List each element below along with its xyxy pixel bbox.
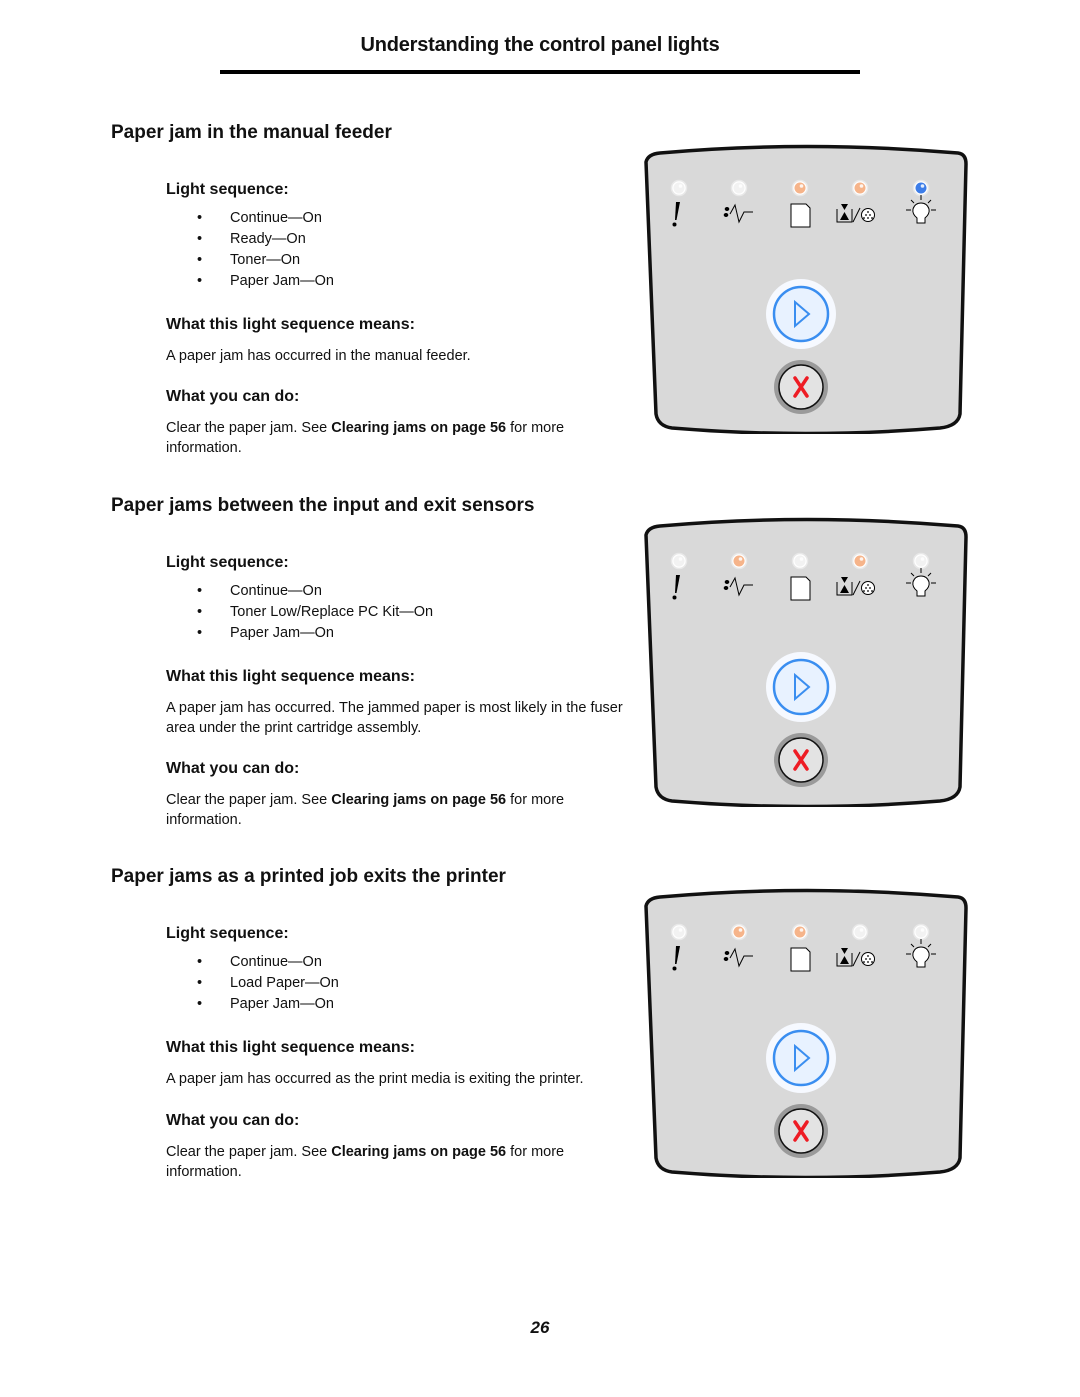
- ready-light-blue: [912, 179, 930, 197]
- paper-jam-light-orange: [851, 552, 869, 570]
- ready-light-off: [912, 923, 930, 941]
- error-light-off: [670, 923, 688, 941]
- section: Paper jams between the input and exit se…: [0, 495, 1080, 867]
- continue-button[interactable]: [766, 652, 836, 722]
- meaning-text: A paper jam has occurred as the print me…: [166, 1071, 584, 1087]
- what-you-can-do-heading: What you can do:: [166, 1112, 300, 1129]
- light-sequence-heading: Light sequence:: [166, 925, 289, 942]
- meaning-heading: What this light sequence means:: [166, 668, 415, 685]
- bullet-icon: •: [197, 604, 203, 620]
- bullet-icon: •: [197, 975, 203, 991]
- cancel-button[interactable]: [774, 733, 828, 787]
- load-paper-light-orange: [791, 923, 809, 941]
- section: Paper jams as a printed job exits the pr…: [0, 866, 1080, 1238]
- bullet-icon: •: [197, 996, 203, 1012]
- light-sequence-item: • Continue—On: [166, 581, 433, 602]
- light-sequence-text: Paper Jam—On: [230, 273, 334, 289]
- paper-jam-light-off: [851, 923, 869, 941]
- cross-reference-link[interactable]: Clearing jams on page 56: [331, 792, 506, 808]
- light-sequence-list: • Continue—On • Ready—On • Toner—On • Paper Jam…: [166, 208, 334, 292]
- bullet-icon: •: [197, 252, 203, 268]
- section: Paper jam in the manual feeder Light seq…: [0, 122, 1080, 494]
- load-paper-icon: [790, 576, 811, 601]
- light-sequence-text: Continue—On: [230, 954, 322, 970]
- light-sequence-item: • Paper Jam—On: [166, 994, 339, 1015]
- light-sequence-item: • Toner—On: [166, 250, 334, 271]
- light-sequence-list: • Continue—On • Toner Low/Replace PC Kit—On…: [166, 581, 433, 644]
- meaning-heading: What this light sequence means:: [166, 1039, 415, 1056]
- light-sequence-list: • Continue—On • Load Paper—On • Paper Jam—On: [166, 952, 339, 1015]
- toner-low-light-off: [730, 179, 748, 197]
- toner-low-light-orange: [730, 552, 748, 570]
- what-you-can-do-text: Clear the paper jam. See Clearing jams o…: [166, 1142, 636, 1182]
- bullet-icon: •: [197, 954, 203, 970]
- section-title: Paper jams between the input and exit se…: [111, 495, 535, 516]
- light-sequence-text: Load Paper—On: [230, 975, 339, 991]
- light-sequence-item: • Continue—On: [166, 952, 339, 973]
- bullet-icon: •: [197, 625, 203, 641]
- page-number: 26: [530, 1318, 550, 1337]
- light-sequence-text: Paper Jam—On: [230, 625, 334, 641]
- light-sequence-heading: Light sequence:: [166, 181, 289, 198]
- bullet-icon: •: [197, 273, 203, 289]
- section-title: Paper jams as a printed job exits the pr…: [111, 866, 506, 887]
- light-sequence-heading: Light sequence:: [166, 554, 289, 571]
- meaning-heading: What this light sequence means:: [166, 316, 415, 333]
- control-panel-svg: [644, 888, 968, 1178]
- bullet-icon: •: [197, 231, 203, 247]
- bullet-icon: •: [197, 583, 203, 599]
- continue-button[interactable]: [766, 279, 836, 349]
- paper-jam-light-orange: [851, 179, 869, 197]
- control-panel-illustration: [640, 878, 970, 1178]
- action-text: Clear the paper jam. See: [166, 420, 332, 436]
- control-panel-illustration: [640, 507, 970, 807]
- light-sequence-item: • Paper Jam—On: [166, 271, 334, 292]
- load-paper-icon: [790, 947, 811, 972]
- cross-reference-link[interactable]: Clearing jams on page 56: [331, 1144, 506, 1160]
- light-sequence-text: Continue—On: [230, 210, 322, 226]
- load-paper-light-off: [791, 552, 809, 570]
- continue-button[interactable]: [766, 1023, 836, 1093]
- error-light-off: [670, 179, 688, 197]
- toner-low-light-orange: [730, 923, 748, 941]
- light-sequence-text: Paper Jam—On: [230, 996, 334, 1012]
- header-rule: [220, 70, 860, 74]
- what-you-can-do-text: Clear the paper jam. See Clearing jams o…: [166, 790, 636, 830]
- light-sequence-text: Toner Low/Replace PC Kit—On: [230, 604, 434, 620]
- section-title: Paper jam in the manual feeder: [111, 122, 392, 143]
- light-sequence-text: Ready—On: [230, 231, 306, 247]
- cancel-button[interactable]: [774, 1104, 828, 1158]
- bullet-icon: •: [197, 210, 203, 226]
- ready-light-off: [912, 552, 930, 570]
- control-panel-svg: [644, 517, 968, 807]
- error-light-off: [670, 552, 688, 570]
- action-text: Clear the paper jam. See: [166, 1144, 332, 1160]
- action-text: Clear the paper jam. See: [166, 792, 332, 808]
- what-you-can-do-heading: What you can do:: [166, 388, 300, 405]
- meaning-text: A paper jam has occurred in the manual f…: [166, 348, 471, 364]
- light-sequence-item: • Paper Jam—On: [166, 623, 433, 644]
- load-paper-light-orange: [791, 179, 809, 197]
- meaning-text: A paper jam has occurred. The jammed pap…: [166, 700, 623, 736]
- light-sequence-text: Toner—On: [230, 252, 301, 268]
- cross-reference-link[interactable]: Clearing jams on page 56: [331, 420, 506, 436]
- what-you-can-do-heading: What you can do:: [166, 760, 300, 777]
- light-sequence-item: • Load Paper—On: [166, 973, 339, 994]
- control-panel-illustration: [640, 134, 970, 434]
- light-sequence-item: • Continue—On: [166, 208, 334, 229]
- control-panel-svg: [644, 144, 968, 434]
- light-sequence-item: • Toner Low/Replace PC Kit—On: [166, 602, 433, 623]
- page-header-title: Understanding the control panel lights: [360, 34, 720, 56]
- what-you-can-do-text: Clear the paper jam. See Clearing jams o…: [166, 418, 636, 458]
- light-sequence-text: Continue—On: [230, 583, 322, 599]
- load-paper-icon: [790, 203, 811, 228]
- light-sequence-item: • Ready—On: [166, 229, 334, 250]
- cancel-button[interactable]: [774, 360, 828, 414]
